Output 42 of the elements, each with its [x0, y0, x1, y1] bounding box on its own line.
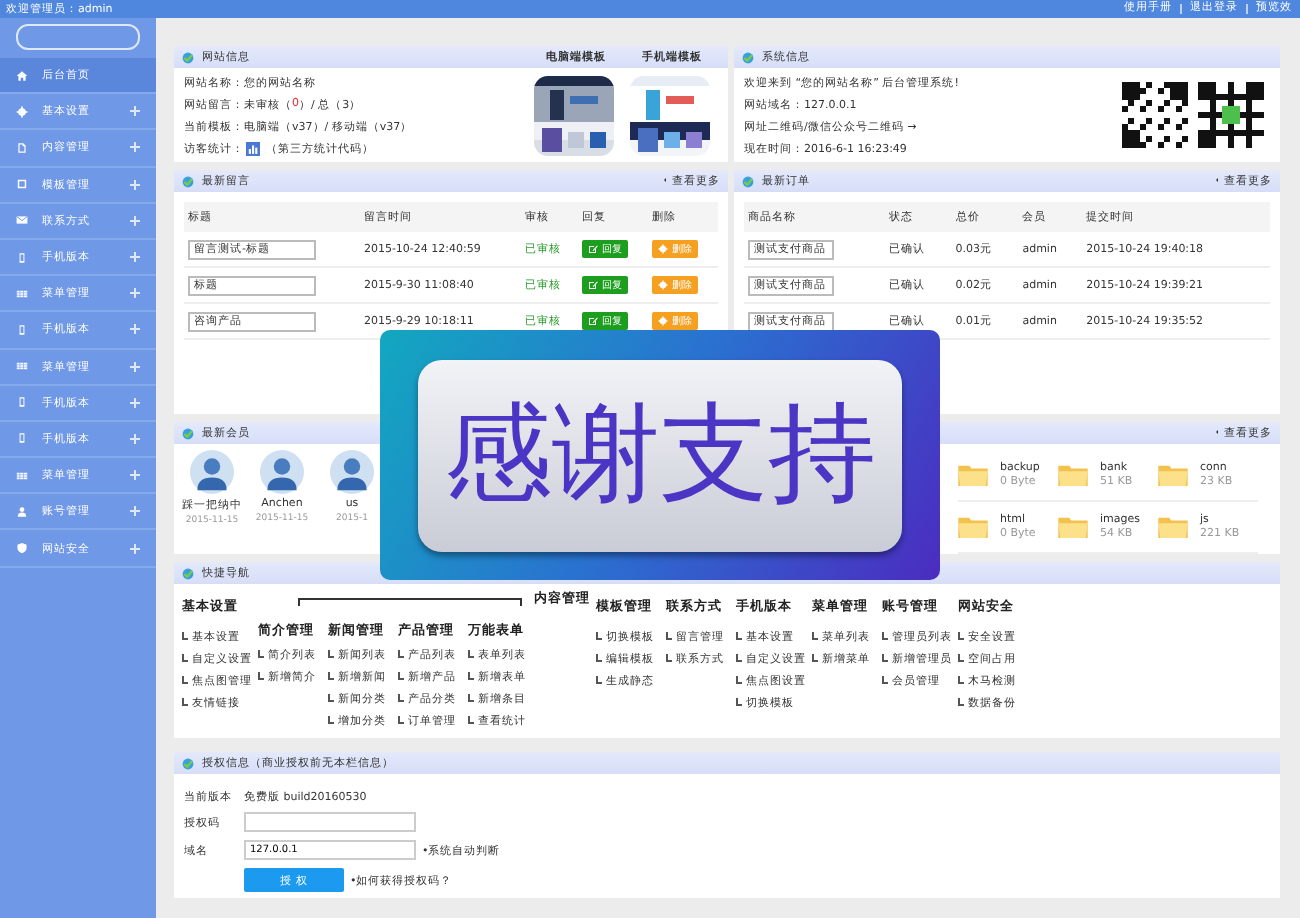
edit-icon — [588, 280, 599, 290]
license-code-field[interactable] — [244, 812, 416, 832]
phone-icon — [16, 251, 28, 264]
phone-icon — [16, 432, 28, 445]
globe-icon — [182, 567, 194, 579]
avatar — [190, 450, 234, 494]
folder-icon — [1158, 516, 1188, 538]
shield-icon — [16, 542, 28, 555]
globe-icon — [182, 427, 194, 439]
globe-icon — [182, 175, 194, 187]
folder-icon — [1158, 464, 1188, 486]
folder-icon — [958, 464, 988, 486]
edit-icon — [588, 316, 599, 326]
user-icon — [16, 505, 28, 518]
globe-icon — [182, 757, 194, 769]
globe-icon — [742, 175, 754, 187]
phone-icon — [16, 323, 28, 336]
document-icon — [16, 141, 28, 154]
phone-icon — [16, 396, 28, 409]
avatar — [330, 450, 374, 494]
folder-icon — [1058, 464, 1088, 486]
gear-icon — [658, 316, 669, 326]
avatar — [260, 450, 304, 494]
globe-icon — [742, 51, 754, 63]
grid-icon — [16, 469, 28, 482]
home-icon — [16, 69, 28, 82]
gear-icon — [658, 244, 669, 254]
globe-icon — [182, 51, 194, 63]
grid-icon — [16, 287, 28, 300]
qr-code — [1198, 82, 1264, 148]
gear-icon — [658, 280, 669, 290]
banner-text: 感谢支持 — [418, 359, 902, 551]
gear-icon — [16, 105, 28, 118]
qr-code — [1122, 82, 1188, 148]
folder-icon — [958, 516, 988, 538]
search-field[interactable] — [16, 24, 140, 50]
mail-icon — [16, 214, 28, 227]
bar-chart-icon[interactable] — [246, 141, 260, 155]
folder-icon — [1058, 516, 1088, 538]
grid-icon — [16, 360, 28, 373]
edit-icon — [588, 244, 599, 254]
frame-icon — [16, 178, 28, 191]
